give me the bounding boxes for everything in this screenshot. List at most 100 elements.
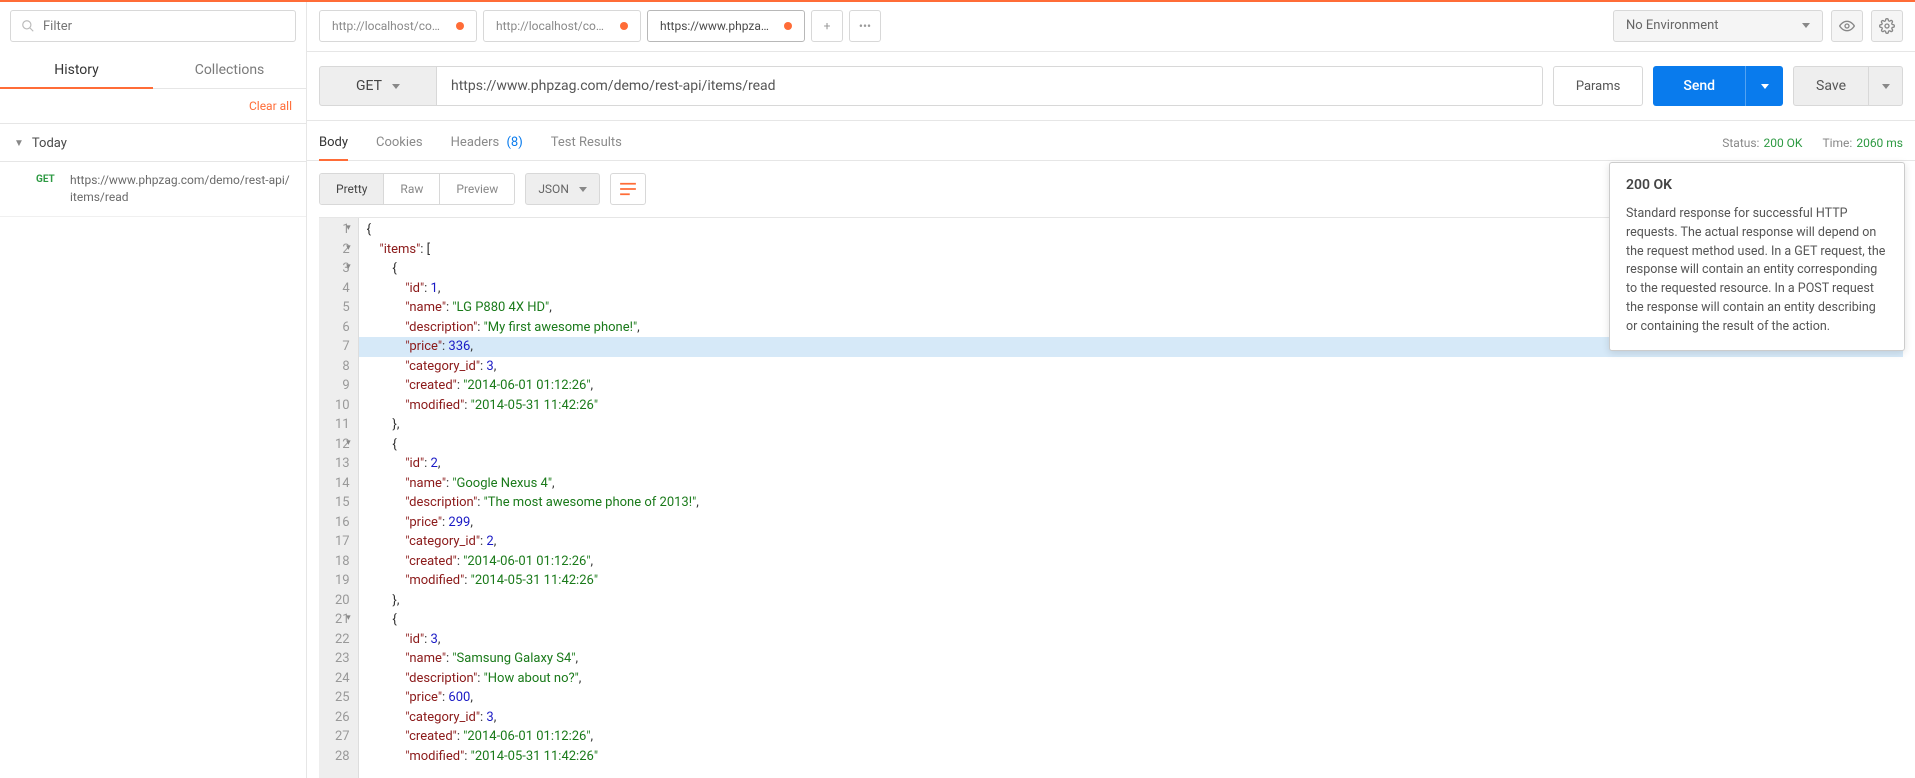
line-gutter: 1▾2▾3▾456789101112▾131415161718192021▾22… bbox=[319, 218, 359, 778]
line-number: 20 bbox=[335, 591, 350, 611]
search-icon bbox=[21, 19, 35, 33]
new-tab-button[interactable]: + bbox=[811, 10, 843, 42]
filter-box[interactable] bbox=[10, 10, 296, 42]
sidebar-tab-collections[interactable]: Collections bbox=[153, 52, 306, 88]
line-number: 17 bbox=[335, 532, 350, 552]
wrap-lines-button[interactable] bbox=[610, 173, 646, 205]
status-tooltip: 200 OK Standard response for successful … bbox=[1609, 162, 1905, 351]
save-dropdown-button[interactable] bbox=[1869, 66, 1903, 106]
fold-icon[interactable]: ▾ bbox=[346, 242, 351, 256]
code-line: "id": 2, bbox=[367, 454, 1895, 474]
line-number: 13 bbox=[335, 454, 350, 474]
sidebar-tab-history[interactable]: History bbox=[0, 52, 153, 88]
fold-icon[interactable]: ▾ bbox=[346, 261, 351, 275]
code-line: "created": "2014-06-01 01:12:26", bbox=[367, 727, 1895, 747]
format-label: JSON bbox=[538, 182, 569, 196]
line-number: 25 bbox=[335, 688, 350, 708]
line-number: 26 bbox=[335, 708, 350, 728]
clear-all-link[interactable]: Clear all bbox=[249, 99, 292, 113]
response-tab-test-results[interactable]: Test Results bbox=[551, 125, 622, 160]
sidebar: History Collections Clear all ▼ Today GE… bbox=[0, 0, 307, 778]
request-tab[interactable]: http://localhost/coder bbox=[483, 10, 641, 42]
history-group-today[interactable]: ▼ Today bbox=[0, 124, 306, 162]
headers-count: (8) bbox=[506, 135, 522, 150]
time-value: 2060 ms bbox=[1856, 136, 1903, 150]
dirty-indicator-icon bbox=[784, 22, 792, 30]
view-mode-group: Pretty Raw Preview bbox=[319, 173, 515, 205]
line-number: 21▾ bbox=[335, 610, 350, 630]
view-pretty-button[interactable]: Pretty bbox=[320, 174, 383, 204]
request-tab[interactable]: https://www.phpzag.c bbox=[647, 10, 805, 42]
send-button[interactable]: Send bbox=[1653, 66, 1745, 106]
history-item[interactable]: GET https://www.phpzag.com/demo/rest-api/… bbox=[0, 162, 306, 217]
line-number: 15 bbox=[335, 493, 350, 513]
settings-button[interactable] bbox=[1871, 10, 1903, 42]
code-line: "modified": "2014-05-31 11:42:26" bbox=[367, 747, 1895, 767]
chevron-down-icon bbox=[392, 84, 400, 89]
tooltip-body: Standard response for successful HTTP re… bbox=[1626, 205, 1888, 336]
status-label: Status: bbox=[1722, 136, 1759, 150]
history-group-label: Today bbox=[32, 136, 67, 151]
fold-icon[interactable]: ▾ bbox=[346, 437, 351, 451]
gear-icon bbox=[1879, 18, 1895, 34]
main-panel: http://localhost/coder http://localhost/c… bbox=[307, 0, 1915, 778]
line-number: 8 bbox=[335, 357, 350, 377]
code-line: "modified": "2014-05-31 11:42:26" bbox=[367, 571, 1895, 591]
tab-label: http://localhost/coder bbox=[332, 19, 446, 33]
tooltip-title: 200 OK bbox=[1626, 177, 1888, 193]
status-display[interactable]: Status:200 OK bbox=[1722, 136, 1802, 150]
code-line: "category_id": 2, bbox=[367, 532, 1895, 552]
line-number: 23 bbox=[335, 649, 350, 669]
tab-label: http://localhost/coder bbox=[496, 19, 610, 33]
response-tab-headers-label: Headers bbox=[451, 135, 500, 150]
code-line: "id": 3, bbox=[367, 630, 1895, 650]
code-line: { bbox=[367, 435, 1895, 455]
history-method: GET bbox=[36, 174, 60, 185]
wrap-icon bbox=[619, 182, 637, 196]
fold-icon[interactable]: ▾ bbox=[346, 222, 351, 236]
time-display: Time: 2060 ms bbox=[1822, 136, 1903, 150]
tab-options-button[interactable]: ••• bbox=[849, 10, 881, 42]
chevron-down-icon bbox=[1882, 84, 1890, 89]
line-number: 2▾ bbox=[335, 240, 350, 260]
fold-icon[interactable]: ▾ bbox=[346, 612, 351, 626]
method-select[interactable]: GET bbox=[319, 66, 437, 106]
chevron-down-icon bbox=[1761, 84, 1769, 89]
environment-preview-button[interactable] bbox=[1831, 10, 1863, 42]
eye-icon bbox=[1839, 18, 1855, 34]
line-number: 28 bbox=[335, 747, 350, 767]
response-tab-cookies[interactable]: Cookies bbox=[376, 125, 423, 160]
params-button[interactable]: Params bbox=[1553, 66, 1644, 106]
tab-strip: http://localhost/coder http://localhost/c… bbox=[319, 10, 1605, 42]
line-number: 5 bbox=[335, 298, 350, 318]
response-tab-headers[interactable]: Headers (8) bbox=[451, 125, 523, 160]
line-number: 9 bbox=[335, 376, 350, 396]
history-url: https://www.phpzag.com/demo/rest-api/ite… bbox=[70, 172, 292, 206]
url-input[interactable] bbox=[437, 66, 1543, 106]
code-line: "name": "Google Nexus 4", bbox=[367, 474, 1895, 494]
code-line: "created": "2014-06-01 01:12:26", bbox=[367, 376, 1895, 396]
line-number: 3▾ bbox=[335, 259, 350, 279]
line-number: 27 bbox=[335, 727, 350, 747]
line-number: 7 bbox=[335, 337, 350, 357]
view-preview-button[interactable]: Preview bbox=[439, 174, 514, 204]
line-number: 18 bbox=[335, 552, 350, 572]
environment-select[interactable]: No Environment bbox=[1613, 10, 1823, 42]
format-select[interactable]: JSON bbox=[525, 173, 600, 205]
save-button[interactable]: Save bbox=[1793, 66, 1869, 106]
line-number: 19 bbox=[335, 571, 350, 591]
code-line: }, bbox=[367, 591, 1895, 611]
line-number: 14 bbox=[335, 474, 350, 494]
response-tab-body[interactable]: Body bbox=[319, 125, 348, 160]
view-raw-button[interactable]: Raw bbox=[383, 174, 439, 204]
time-label: Time: bbox=[1822, 136, 1852, 150]
line-number: 6 bbox=[335, 318, 350, 338]
request-tab[interactable]: http://localhost/coder bbox=[319, 10, 477, 42]
filter-input[interactable] bbox=[43, 19, 285, 34]
line-number: 11 bbox=[335, 415, 350, 435]
line-number: 22 bbox=[335, 630, 350, 650]
line-number: 10 bbox=[335, 396, 350, 416]
send-dropdown-button[interactable] bbox=[1745, 66, 1783, 106]
environment-label: No Environment bbox=[1626, 18, 1802, 33]
chevron-down-icon bbox=[579, 187, 587, 192]
